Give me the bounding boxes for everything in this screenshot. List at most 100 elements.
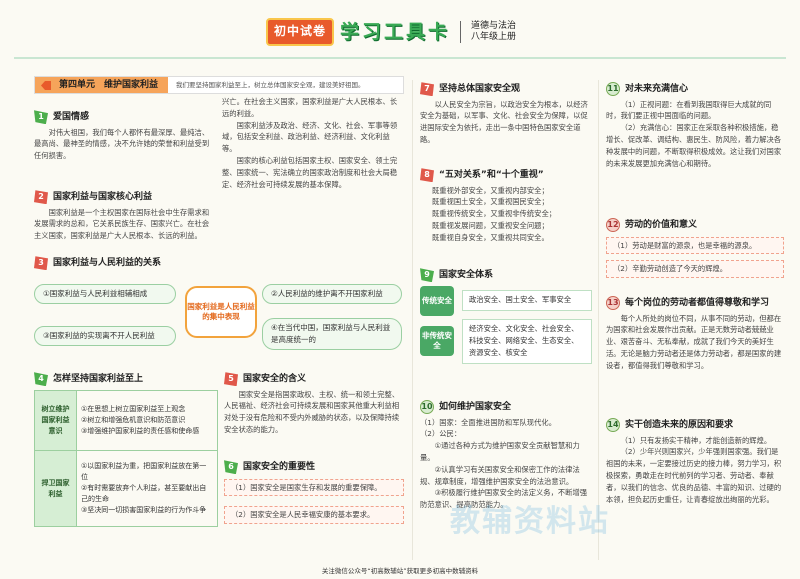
section-8: 8 “五对关系”和“十个重视” 既重视外部安全，又重视内部安全； 既重视国土安全，… (420, 168, 592, 244)
section-5: 5 国家安全的含义 国家安全是指国家政权、主权、统一和领土完整、人民福祉、经济社会… (224, 372, 404, 436)
section-title: 国家安全体系 (439, 270, 494, 280)
number-badge: 2 (34, 190, 48, 205)
number-badge: 7 (420, 82, 434, 97)
value-item: （1）劳动是财富的源泉，也是幸福的源泉。 (606, 236, 784, 255)
row-content: ①以国家利益为重，把国家利益放在第一位 ②有时需要放弃个人利益，甚至要献出自己的… (76, 450, 218, 527)
section-6: 6 国家安全的重要性 （1）国家安全是国家生存和发展的重要保障。 （2）国家安全是… (224, 460, 404, 528)
security-text: 经济安全、文化安全、社会安全、科技安全、网络安全、生态安全、资源安全、核安全 (462, 318, 592, 364)
section-14: 14 实干创造未来的原因和要求 （1）只有发扬实干精神，才能创造新的辉煌。 （2）… (606, 418, 784, 505)
grade-label: 八年级上册 (471, 32, 517, 42)
importance-item: （1）国家安全是国家生存和发展的重要保障。 (224, 478, 404, 497)
number-badge: 11 (606, 82, 620, 97)
unit-label: 第四单元 维护国家利益 (35, 77, 169, 93)
section-text: （1）正视问题：在看到我国取得巨大成就的同时，我们要正视中国面临的问题。 (606, 99, 772, 121)
section-7: 7 坚持总体国家安全观 以人民安全为宗旨，以政治安全为根本，以经济安全为基础，以军… (420, 82, 592, 146)
title-divider (460, 21, 462, 43)
subject-grade: 道德与法治 八年级上册 (471, 21, 516, 43)
section-text: 国家安全是指国家政权、主权、统一和领土完整、人民福祉、经济社会可持续发展和国家其… (224, 389, 400, 435)
list-item: （1）国家：全面推进国防和军队现代化。 (420, 417, 556, 427)
relation-center: 国家利益是人民利益的集中表现 (185, 286, 257, 338)
section-title: 如何维护国家安全 (439, 402, 512, 412)
number-badge: 9 (420, 268, 434, 283)
list-item: 既重视传统安全，又重视非传统安全； (432, 209, 557, 219)
relationship-diagram: ①国家利益与人民利益相辅相成 ②人民利益的维护离不开国家利益 ③国家利益的实现离… (34, 274, 404, 354)
watermark: 教辅资料站 (450, 504, 610, 539)
badge-logo: 初中试卷 (266, 18, 335, 46)
list-item: ②认真学习有关国家安全和保密工作的法律法规、规章制度，增强维护国家安全的法治意识… (420, 464, 580, 486)
page-title: 学习工具卡 (340, 20, 451, 43)
section-text: 以人民安全为宗旨，以政治安全为根本，以经济安全为基础，以军事、文化、社会安全为保… (420, 99, 588, 145)
list-item: 既重视自身安全，又重视共同安全。 (432, 232, 549, 242)
section-2: 2 国家利益与国家核心利益 国家利益是一个主权国家在国际社会中生存需求和发展需求的… (34, 190, 214, 255)
number-badge: 14 (606, 418, 620, 433)
row-content: ①在思想上树立国家利益至上观念 ②树立和增强危机意识和防范意识 ③增强维护国家利… (76, 390, 218, 451)
importance-item: （2）国家安全是人民幸福安康的基本要求。 (224, 506, 404, 525)
number-badge: 13 (606, 296, 620, 311)
relation-item: ③国家利益的实现离不开人民利益 (34, 326, 176, 347)
section-text: （1）只有发扬实干精神，才能创造新的辉煌。 (620, 435, 772, 445)
table-row: 树立维护国家利益意识 ①在思想上树立国家利益至上观念 ②树立和增强危机意识和防范… (34, 390, 218, 451)
row-header: 捍卫国家利益 (34, 450, 77, 527)
section-title: 国家利益与国家核心利益 (53, 192, 153, 202)
row-header: 树立维护国家利益意识 (34, 390, 77, 451)
number-badge: 5 (224, 372, 238, 387)
section-text: 每个人所处的岗位不同，从事不同的劳动，但都在为国家和社会发展作出贡献。正是无数劳… (606, 313, 782, 370)
section-text: 国家利益是一个主权国家在国际社会中生存需求和发展需求的总和，它关系民族生存、国家… (34, 207, 210, 241)
section-1: 1 爱国情感 对伟大祖国，我们每个人都怀有最深厚、最纯洁、最高尚、最神圣的情感，决… (34, 110, 214, 162)
security-tag: 传统安全 (420, 285, 454, 316)
section-4-head: 4 怎样坚持国家利益至上 (34, 372, 218, 389)
number-badge: 10 (420, 400, 434, 415)
column-divider (598, 80, 599, 560)
list-item: （2）公民： (420, 429, 462, 439)
section-text: （2）充满信心：国家正在采取各种积极措施，稳增长、促改革、调结构、惠民生、防风险… (606, 123, 782, 168)
section-title: 国家安全的含义 (243, 374, 307, 384)
security-row: 非传统安全 经济安全、文化安全、社会安全、科技安全、网络安全、生态安全、资源安全… (420, 318, 592, 364)
list-item: 既重视国土安全，又重视国民安全； (432, 197, 549, 207)
section-text: 对伟大祖国，我们每个人都怀有最深厚、最纯洁、最高尚、最神圣的情感，决不允许她的荣… (34, 127, 210, 161)
section-title: 劳动的价值和意义 (625, 220, 698, 230)
section-3-head: 3 国家利益与人民利益的关系 (34, 256, 404, 273)
section-text-cont: 兴亡。在社会主义国家，国家利益是广大人民根本、长远的利益。 (222, 97, 398, 118)
section-title: 每个岗位的劳动者都值得尊敬和学习 (625, 298, 770, 308)
security-row: 传统安全 政治安全、国土安全、军事安全 (420, 285, 592, 316)
number-badge: 6 (224, 460, 238, 475)
unit-bar: 第四单元 维护国家利益 我们要坚持国家利益至上，树立总体国家安全观，建设美好祖国… (34, 76, 404, 94)
header: 初中试卷 学习工具卡 道德与法治 八年级上册 (0, 0, 800, 64)
title-badge: 初中试卷 学习工具卡 道德与法治 八年级上册 (266, 18, 516, 46)
section-9: 9 国家安全体系 传统安全 政治安全、国土安全、军事安全 非传统安全 经济安全、文… (420, 268, 592, 367)
security-text: 政治安全、国土安全、军事安全 (462, 290, 592, 311)
security-tag: 非传统安全 (420, 326, 454, 357)
section-title: “五对关系”和“十个重视” (439, 170, 544, 180)
footer-note: 关注微信公众号“初高数辅站”获取更多初高中数辅资料 (321, 567, 479, 575)
section-4-table: 树立维护国家利益意识 ①在思想上树立国家利益至上观念 ②树立和增强危机意识和防范… (34, 390, 218, 527)
section-text-2: 国家利益涉及政治、经济、文化、社会、军事等领域，包括安全利益、政治利益、经济利益… (222, 120, 398, 154)
number-badge: 8 (420, 168, 434, 183)
relation-item: ②人民利益的维护离不开国家利益 (262, 284, 402, 305)
unit-description: 我们要坚持国家利益至上，树立总体国家安全观，建设美好祖国。 (176, 80, 365, 89)
section-title: 坚持总体国家安全观 (439, 84, 521, 94)
relation-item: ①国家利益与人民利益相辅相成 (34, 284, 176, 305)
subject-label: 道德与法治 (471, 21, 517, 31)
section-text-3: 国家的核心利益包括国家主权、国家安全、领土完整、国家统一、宪法确立的国家政治制度… (222, 156, 398, 189)
section-2-cont: 兴亡。在社会主义国家，国家利益是广大人民根本、长远的利益。 国家利益涉及政治、经… (222, 96, 402, 191)
list-item: 既重视发展问题，又重视安全问题； (432, 221, 549, 231)
table-row: 捍卫国家利益 ①以国家利益为重，把国家利益放在第一位 ②有时需要放弃个人利益，甚… (34, 450, 218, 527)
header-divider (14, 57, 786, 59)
number-badge: 4 (34, 372, 48, 387)
number-badge: 1 (34, 110, 48, 125)
section-11: 11 对未来充满信心 （1）正视问题：在看到我国取得巨大成就的同时，我们要正视中国… (606, 82, 784, 169)
column-divider (412, 80, 413, 560)
section-10: 10 如何维护国家安全 （1）国家：全面推进国防和军队现代化。 （2）公民： ①通… (420, 400, 592, 511)
section-12: 12 劳动的价值和意义 （1）劳动是财富的源泉，也是幸福的源泉。 （2）辛勤劳动创… (606, 218, 784, 282)
section-title: 怎样坚持国家利益至上 (53, 374, 144, 384)
section-text: （2）少年兴则国家兴，少年强则国家强。我们是祖国的未来，一定要接过历史的接力棒，… (606, 447, 782, 504)
section-text: （1）国家：全面推进国防和军队现代化。 （2）公民： ①通过各种方式为维护国家安… (420, 417, 592, 512)
section-title: 国家利益与人民利益的关系 (53, 258, 162, 268)
list-item: 既重视外部安全，又重视内部安全； (432, 185, 549, 195)
value-item: （2）辛勤劳动创造了今天的辉煌。 (606, 260, 784, 279)
list-item: ①通过各种方式为维护国家安全贡献智慧和力量。 (420, 441, 580, 463)
number-badge: 3 (34, 256, 48, 271)
section-title: 实干创造未来的原因和要求 (625, 420, 734, 430)
section-title: 爱国情感 (53, 112, 90, 122)
section-title: 国家安全的重要性 (243, 462, 316, 472)
